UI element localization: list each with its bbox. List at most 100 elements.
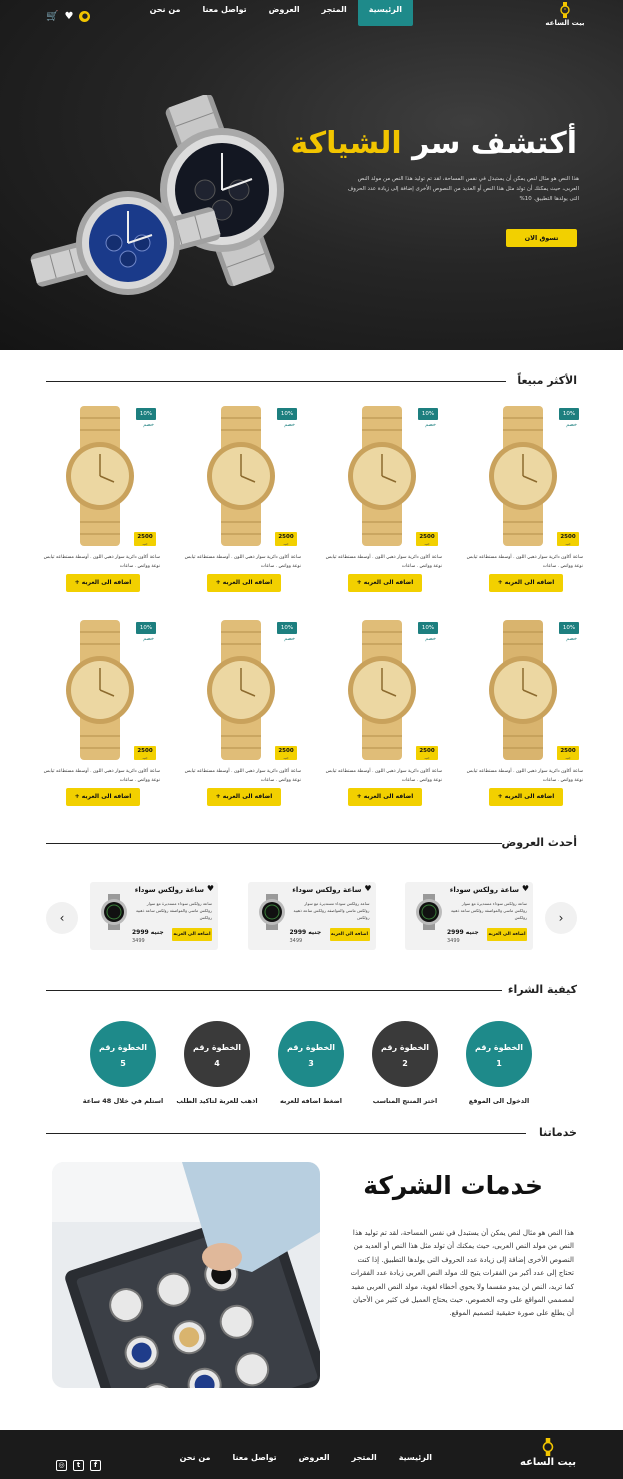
price-tag: 2500 جنيه (416, 532, 438, 546)
gold-watch-image (348, 406, 416, 546)
how-to-buy-heading: كيفية الشراء (46, 983, 577, 997)
step-label: الخطوة رقم (99, 1043, 147, 1052)
price-value: 2500 (278, 748, 294, 754)
footer-nav-shop[interactable]: المتجر (341, 1430, 388, 1479)
step-item: الخطوة رقم 1 الدخول الى الموقع (454, 1021, 544, 1111)
carousel-prev-button[interactable]: ‹ (46, 902, 78, 934)
facebook-icon[interactable]: f (90, 1460, 101, 1471)
price-tag: 2500 جنيه (275, 532, 297, 546)
footer-brand[interactable]: بيت الساعه (518, 1438, 578, 1468)
twitter-icon[interactable]: t (73, 1460, 84, 1471)
add-to-cart-button[interactable]: + اضافه الى العربه (348, 788, 422, 806)
step-label: الخطوة رقم (381, 1043, 429, 1052)
brand-logo[interactable]: بيت الساعه (535, 2, 595, 27)
price-value: 2500 (419, 534, 435, 540)
offer-card[interactable]: ♥ ساعة رولكس سوداء ساعة رولكس سوداء مستدير… (247, 882, 376, 950)
services-heading: خدماتنا (46, 1126, 577, 1140)
step-circle: الخطوة رقم 2 (372, 1021, 438, 1087)
offers-title: أحدث العروض (501, 836, 577, 849)
add-to-cart-button[interactable]: + اضافه الى العربه (66, 788, 140, 806)
add-to-cart-button[interactable]: + اضافه الى العربه (66, 574, 140, 592)
price-tag: 2500 جنيه (134, 746, 156, 760)
add-to-cart-button[interactable]: + اضافه الى العربه (348, 574, 422, 592)
product-card[interactable]: 10% خصم 2500 جنيه ساعة أكاون دائرية سوار ذهب… (322, 406, 442, 606)
discount-badge: 10% (136, 408, 156, 420)
price-value: 2500 (137, 748, 153, 754)
nav-about[interactable]: من نحن (139, 0, 192, 26)
price-tag: 2500 جنيه (275, 746, 297, 760)
product-card[interactable]: 10% خصم 2500 جنيه ساعة أكاون دائرية سوار ذهب… (322, 620, 442, 820)
nav-home[interactable]: الرئيسية (357, 0, 413, 26)
product-description: ساعة أكاون دائرية سوار ذهبي اللون . أوسط… (184, 769, 301, 783)
step-circle: الخطوة رقم 4 (184, 1021, 250, 1087)
instagram-icon[interactable]: ◎ (56, 1460, 67, 1471)
footer-nav-about[interactable]: من نحن (169, 1430, 222, 1479)
price-unit: جنيه (283, 542, 289, 546)
discount-badge: 10% (277, 622, 297, 634)
price-value: 2500 (137, 534, 153, 540)
product-card[interactable]: 10% خصم 2500 جنيه ساعة أكاون دائرية سوار ذهب… (40, 620, 160, 820)
offer-card[interactable]: ♥ ساعة رولكس سوداء ساعة رولكس سوداء مستدير… (90, 882, 218, 950)
gold-watch-image (348, 620, 416, 760)
heart-icon[interactable]: ♥ (64, 11, 73, 22)
heart-icon[interactable]: ♥ (207, 884, 214, 893)
hero-watches-image (30, 95, 284, 295)
heading-divider (46, 843, 502, 844)
footer-nav-home[interactable]: الرئيسية (388, 1430, 443, 1479)
shop-now-button[interactable]: تسوق الان (506, 229, 577, 247)
step-circle: الخطوة رقم 3 (278, 1021, 344, 1087)
discount-label: خصم (284, 636, 295, 642)
cart-icon[interactable]: 🛒 (46, 11, 58, 22)
product-description: ساعة أكاون دائرية سوار ذهبي اللون . أوسط… (43, 769, 160, 783)
add-to-cart-button[interactable]: + اضافه الى العربه (489, 788, 563, 806)
offer-description: ساعة رولكس سوداء مستديرة مع سوار رولكس م… (135, 901, 212, 920)
product-card[interactable]: 10% خصم 2500 جنيه ساعة أكاون دائرية سوار ذهب… (463, 406, 583, 606)
price-value: 2500 (278, 534, 294, 540)
offer-add-to-cart-button[interactable]: اضافه الى العربه (172, 928, 212, 941)
carousel-next-button[interactable]: › (545, 902, 577, 934)
footer-menu: الرئيسية المتجر العروض تواصل معنا من نحن (169, 1430, 443, 1479)
hero-text: هذا النص هو مثال لنص يمكن أن يستبدل في ن… (347, 176, 579, 202)
heart-icon[interactable]: ♥ (522, 884, 529, 893)
discount-badge: 10% (559, 622, 579, 634)
step-caption: اضغط اضافه للعربه (279, 1097, 342, 1105)
offer-card[interactable]: ♥ ساعة رولكس سوداء ساعة رولكس سوداء مستدير… (405, 882, 533, 950)
product-card[interactable]: 10% خصم 2500 جنيه ساعة أكاون دائرية سوار ذهب… (181, 406, 301, 606)
offer-price: 2999 جنيه (132, 929, 164, 936)
product-description: ساعة أكاون دائرية سوار ذهبي اللون . أوسط… (466, 769, 583, 783)
price-value: 2500 (560, 534, 576, 540)
heart-icon[interactable]: ♥ (364, 884, 371, 893)
nav-shop[interactable]: المتجر (311, 0, 358, 26)
offer-add-to-cart-button[interactable]: اضافه الى العربه (329, 928, 370, 941)
nav-offers[interactable]: العروض (258, 0, 311, 26)
nav-contact[interactable]: تواصل معنا (191, 0, 257, 26)
products-row-1: 10% خصم 2500 جنيه ساعة أكاون دائرية سوار ذهب… (40, 406, 583, 606)
gold-watch-image (489, 406, 557, 546)
product-card[interactable]: 10% خصم 2500 جنيه ساعة أكاون دائرية سوار ذهب… (463, 620, 583, 820)
watch-box-image (52, 1162, 320, 1388)
nav-icons: 🛒 ♥ ● (46, 11, 91, 22)
discount-badge: 10% (559, 408, 579, 420)
product-card[interactable]: 10% خصم 2500 جنيه ساعة أكاون دائرية سوار ذهب… (40, 406, 160, 606)
user-icon[interactable]: ● (79, 11, 91, 22)
add-to-cart-button[interactable]: + اضافه الى العربه (207, 788, 281, 806)
price-value: 2500 (419, 748, 435, 754)
services-text: هذا النص هو مثال لنص يمكن أن يستبدل في ن… (350, 1229, 574, 1318)
price-unit: جنيه (565, 756, 571, 760)
step-number: 5 (120, 1059, 126, 1068)
heading-divider (46, 381, 506, 382)
offer-add-to-cart-button[interactable]: اضافه الى العربه (487, 928, 527, 941)
discount-badge: 10% (418, 622, 438, 634)
product-card[interactable]: 10% خصم 2500 جنيه ساعة أكاون دائرية سوار ذهب… (181, 620, 301, 820)
step-caption: اختر المنتج المناسب (372, 1097, 438, 1105)
step-item: الخطوة رقم 2 اختر المنتج المناسب (360, 1021, 450, 1111)
footer-nav-offers[interactable]: العروض (288, 1430, 341, 1479)
social-links: ◎ t f (56, 1460, 101, 1471)
main-menu: الرئيسية المتجر العروض تواصل معنا من نحن (139, 0, 413, 26)
discount-label: خصم (566, 636, 577, 642)
add-to-cart-button[interactable]: + اضافه الى العربه (489, 574, 563, 592)
price-unit: جنيه (283, 756, 289, 760)
add-to-cart-button[interactable]: + اضافه الى العربه (207, 574, 281, 592)
footer-nav-contact[interactable]: تواصل معنا (221, 1430, 287, 1479)
step-number: 3 (308, 1059, 314, 1068)
